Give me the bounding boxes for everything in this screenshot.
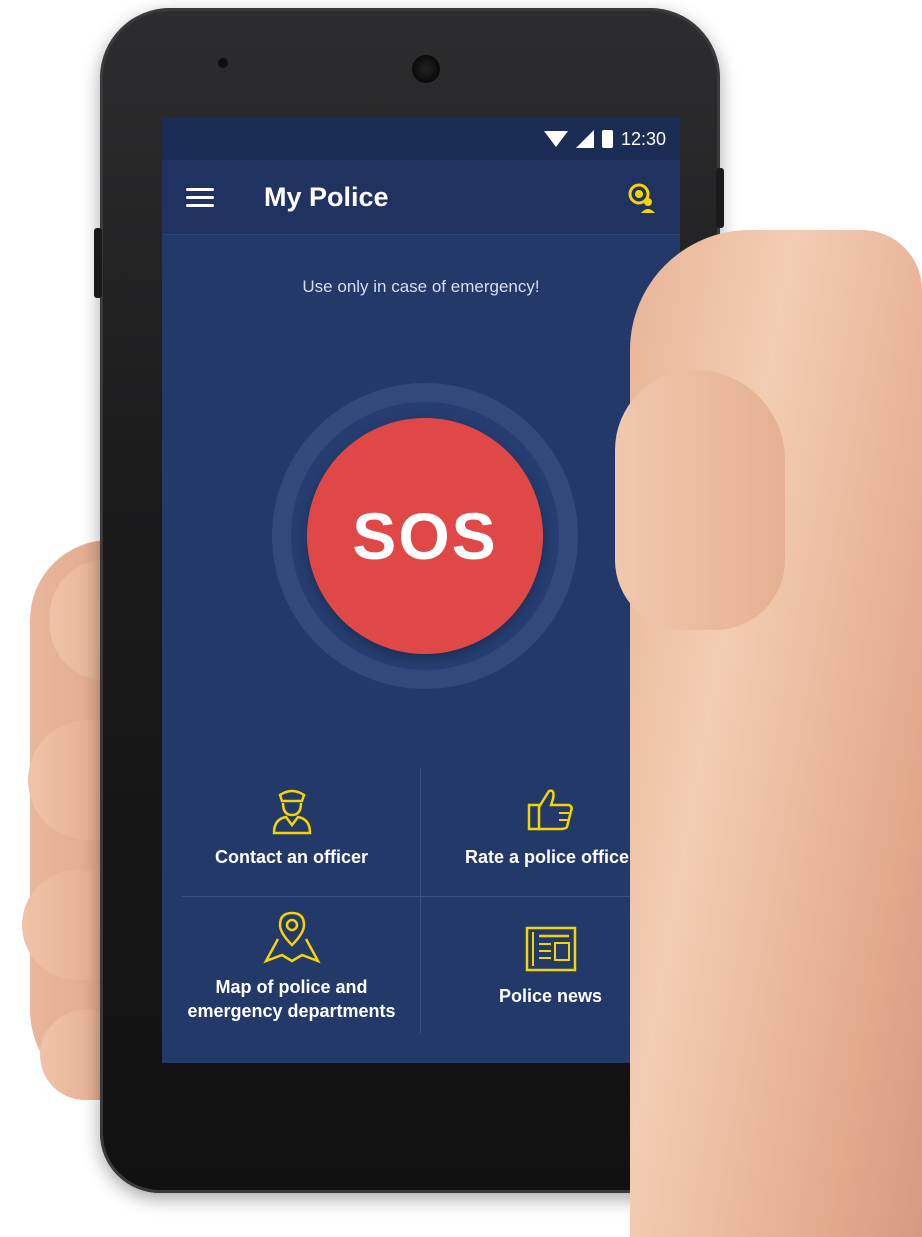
- map-pin-icon: [262, 911, 321, 963]
- status-time: 12:30: [620, 128, 666, 149]
- tile-label: emergency departments: [187, 1000, 396, 1021]
- action-grid: Contact an officer Rate a police officer: [162, 758, 680, 1048]
- thumb-tip: [615, 370, 785, 630]
- signal-icon: [575, 130, 594, 148]
- newspaper-icon: [525, 926, 576, 971]
- sos-ring: SOS: [272, 383, 578, 689]
- app-screen: 12:30 My Police Use only in case of emer…: [162, 118, 680, 1063]
- page-title: My Police: [264, 181, 389, 212]
- tile-label: Map of police and: [215, 976, 368, 997]
- wifi-icon: [543, 131, 568, 147]
- tile-label: Contact an officer: [214, 846, 369, 867]
- sensor-dot: [218, 58, 228, 68]
- tile-label: Rate a police officer: [464, 846, 637, 867]
- thumbs-up-icon: [527, 788, 573, 830]
- contact-officer-tile[interactable]: Contact an officer: [162, 758, 421, 893]
- status-bar: 12:30: [162, 118, 680, 160]
- app-bar: My Police: [162, 160, 680, 235]
- map-departments-tile[interactable]: Map of police and emergency departments: [162, 898, 421, 1033]
- battery-icon: [601, 130, 613, 148]
- volume-button: [94, 228, 102, 298]
- sos-ring-inner: SOS: [291, 402, 559, 670]
- hamburger-menu-icon[interactable]: [186, 183, 214, 212]
- officer-icon: [272, 789, 311, 834]
- emergency-notice: Use only in case of emergency!: [302, 277, 540, 296]
- tile-label: Police news: [498, 985, 603, 1006]
- divider: [182, 896, 660, 897]
- front-camera: [410, 53, 442, 85]
- operator-icon[interactable]: [624, 180, 658, 214]
- sos-button[interactable]: SOS: [307, 418, 543, 654]
- power-button: [716, 168, 724, 228]
